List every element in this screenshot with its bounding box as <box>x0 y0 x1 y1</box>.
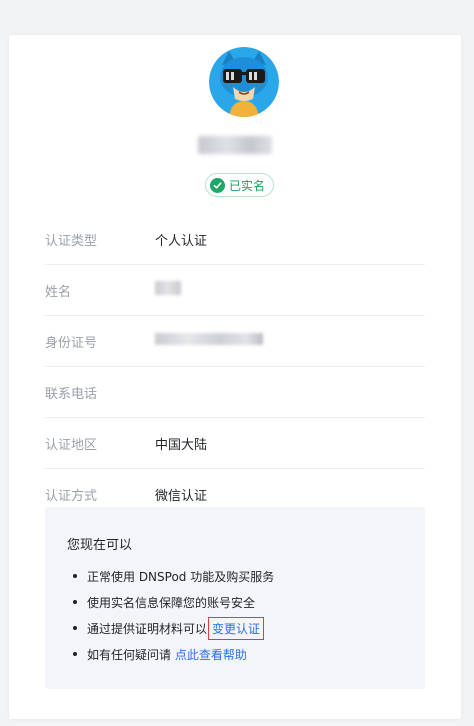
info-row-type: 认证类型 个人认证 <box>45 214 425 265</box>
info-row-name: 姓名 <box>45 265 425 316</box>
bullet-dot <box>73 574 77 578</box>
capabilities-list: 正常使用 DNSPod 功能及购买服务 使用实名信息保障您的账号安全 通过提供证… <box>73 563 274 667</box>
info-value: 微信认证 <box>155 488 208 504</box>
info-row-id-number: 身份证号 <box>45 316 425 367</box>
info-label: 认证地区 <box>45 437 98 453</box>
panel-title: 您现在可以 <box>67 538 133 553</box>
verified-badge-label: 已实名 <box>229 178 266 193</box>
info-label: 身份证号 <box>45 335 98 351</box>
list-item-text: 使用实名信息保障您的账号安全 <box>87 595 256 610</box>
change-verification-link[interactable]: 变更认证 <box>208 616 265 640</box>
username <box>9 136 461 158</box>
info-value: 中国大陆 <box>155 437 208 453</box>
info-label: 姓名 <box>45 284 72 300</box>
verification-card: 已实名 认证类型 个人认证 姓名 身份证号 联系电话 认证地区 中国大陆 认证方… <box>9 35 461 719</box>
info-label: 认证类型 <box>45 233 98 249</box>
check-circle-icon <box>210 177 225 193</box>
info-value-redacted <box>155 281 181 299</box>
list-item-text: 正常使用 DNSPod 功能及购买服务 <box>87 569 275 584</box>
list-item: 正常使用 DNSPod 功能及购买服务 <box>73 563 274 589</box>
list-item-text: 如有任何疑问请 <box>87 647 175 662</box>
info-value-redacted <box>155 333 263 349</box>
help-link[interactable]: 点此查看帮助 <box>175 646 247 663</box>
info-label: 联系电话 <box>45 386 98 402</box>
bullet-dot <box>73 652 77 656</box>
verified-badge: 已实名 <box>205 173 275 197</box>
capabilities-panel: 您现在可以 正常使用 DNSPod 功能及购买服务 使用实名信息保障您的账号安全… <box>45 507 425 689</box>
bullet-dot <box>73 600 77 604</box>
info-label: 认证方式 <box>45 488 98 504</box>
info-row-region: 认证地区 中国大陆 <box>45 418 425 469</box>
avatar <box>209 47 279 117</box>
info-value: 个人认证 <box>155 233 208 249</box>
info-table: 认证类型 个人认证 姓名 身份证号 联系电话 认证地区 中国大陆 认证方式 微信… <box>45 214 425 519</box>
info-row-phone: 联系电话 <box>45 367 425 418</box>
list-item: 如有任何疑问请 点此查看帮助 <box>73 641 274 667</box>
username-redacted <box>198 136 272 154</box>
bullet-dot <box>73 626 77 630</box>
list-item: 通过提供证明材料可以 变更认证 <box>73 615 274 641</box>
list-item-text: 通过提供证明材料可以 <box>87 621 208 636</box>
list-item: 使用实名信息保障您的账号安全 <box>73 589 274 615</box>
